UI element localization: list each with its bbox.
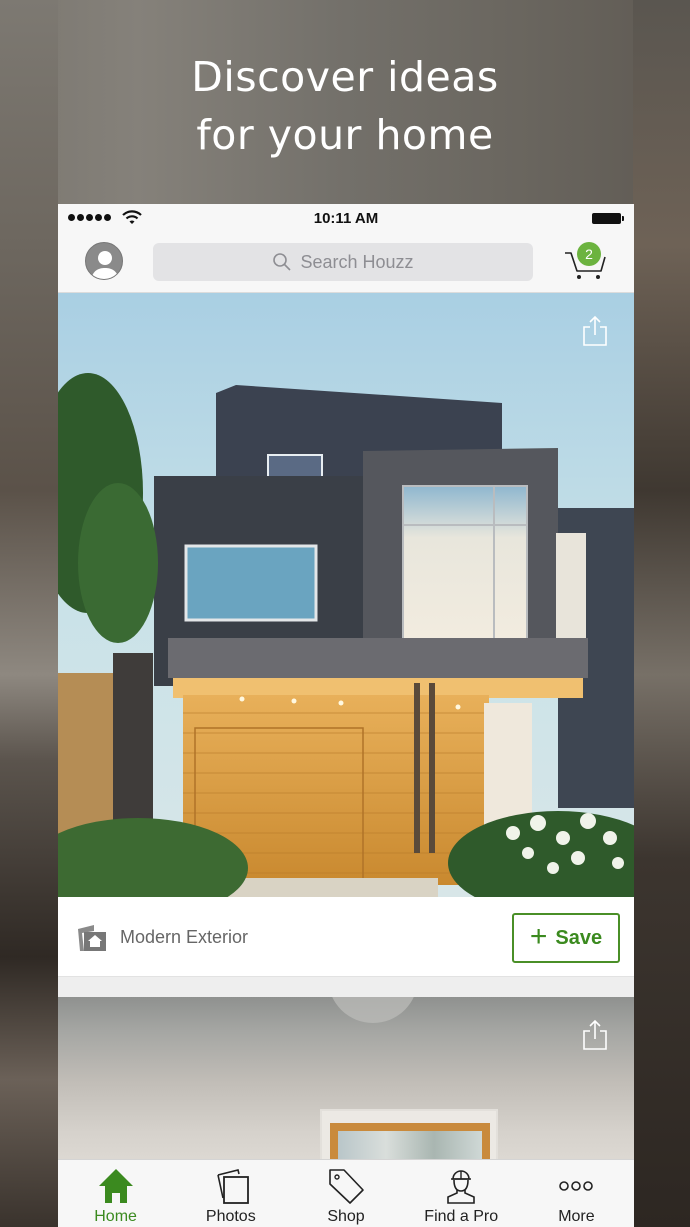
promo-headline: Discover ideas for your home — [0, 48, 690, 164]
feed-card — [58, 997, 634, 1167]
search-input[interactable]: Search Houzz — [153, 243, 533, 281]
save-button-label: Save — [555, 926, 603, 949]
nav-bar: Search Houzz 2 — [58, 232, 634, 293]
promo-headline-line1: Discover ideas — [191, 53, 499, 101]
search-placeholder: Search Houzz — [300, 251, 414, 272]
tab-more[interactable]: More — [519, 1160, 634, 1227]
feed-card-footer: Modern Exterior + Save — [58, 897, 634, 977]
feed-card-photo[interactable] — [58, 293, 634, 897]
tab-home[interactable]: Home — [58, 1160, 173, 1227]
search-icon — [273, 253, 292, 271]
home-icon — [98, 1169, 133, 1203]
cart-count-badge: 2 — [577, 242, 601, 266]
plus-icon: + — [529, 919, 548, 953]
ideabook-home-icon — [78, 925, 106, 951]
more-dots-icon — [559, 1181, 594, 1191]
tab-bar: Home Photos Shop Find a Pro More — [58, 1159, 634, 1227]
feed-card: Modern Exterior + Save — [58, 293, 634, 977]
house-exterior-image — [58, 293, 634, 897]
pendant-lamp — [328, 997, 418, 1023]
user-avatar-icon — [91, 251, 119, 279]
photos-icon — [217, 1169, 249, 1204]
tab-label: Shop — [327, 1208, 365, 1225]
battery-icon — [592, 213, 624, 224]
status-bar: 10:11 AM — [58, 204, 634, 232]
status-time: 10:11 AM — [313, 210, 379, 227]
tab-label: Photos — [205, 1208, 256, 1225]
phone-screen: 10:11 AM Search Houzz 2 Modern Exterior … — [58, 204, 634, 1227]
photo-caption: Modern Exterior — [120, 927, 249, 947]
cart-button[interactable]: 2 — [563, 240, 609, 284]
tag-icon — [329, 1169, 364, 1204]
background-blur-right — [633, 0, 690, 1227]
tab-photos[interactable]: Photos — [173, 1160, 288, 1227]
background-blur-left — [0, 0, 58, 1227]
feed-separator — [58, 977, 634, 997]
interior-room-image[interactable] — [58, 997, 634, 1167]
tab-find-a-pro[interactable]: Find a Pro — [404, 1160, 519, 1227]
share-icon[interactable] — [582, 315, 608, 347]
tab-label: Find a Pro — [424, 1208, 499, 1225]
pro-worker-icon — [447, 1170, 476, 1204]
save-button[interactable]: + Save — [512, 913, 620, 963]
tab-shop[interactable]: Shop — [288, 1160, 403, 1227]
tab-label: Home — [94, 1208, 137, 1225]
share-icon[interactable] — [582, 1019, 608, 1051]
promo-headline-line2: for your home — [196, 111, 494, 159]
tab-label: More — [558, 1208, 595, 1225]
profile-avatar-button[interactable] — [85, 242, 123, 280]
